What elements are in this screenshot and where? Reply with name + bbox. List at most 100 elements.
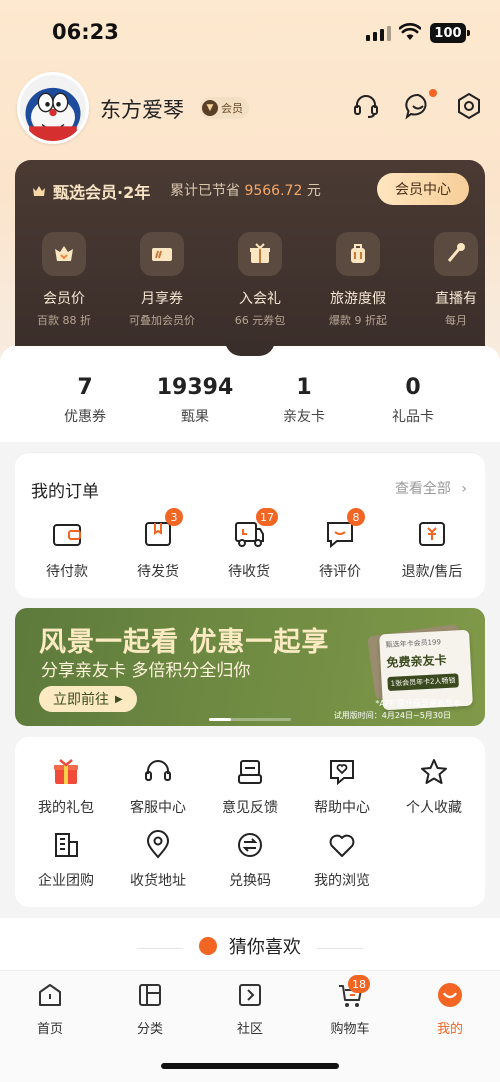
exchange-icon [238,833,262,857]
member-badge[interactable]: ▼ 会员 [200,97,249,119]
membership-title-text: 甄选会员·2年 [53,183,151,202]
stat-coupons[interactable]: 7 优惠券 [35,375,135,426]
status-bar: 06:23 100 [0,0,500,66]
perk-monthly-coupon[interactable]: 月享券 可叠加会员价 [113,232,211,328]
savings-label: 累计已节省 [170,183,240,199]
username[interactable]: 东方爱琴 [100,94,184,124]
service-redeem-code[interactable]: 兑换码 [204,830,296,890]
tab-community[interactable]: 社区 [210,981,290,1037]
banner-go-button[interactable]: 立即前往 ▶ [39,686,137,712]
wifi-icon [399,23,421,40]
perk-icon-box [140,232,184,276]
community-icon [239,984,261,1006]
banner-go-label: 立即前往 [53,692,109,708]
ticket-big-text: 免费亲友卡 [386,652,447,671]
avatar[interactable] [17,72,89,144]
membership-title: 甄选会员·2年 [31,179,150,203]
stat-value: 19394 [156,375,234,400]
coupon-icon [152,248,172,261]
ticket-tag: 1张会员年卡2人畅锁 [387,673,459,692]
cart-badge: 18 [348,975,370,993]
service-address[interactable]: 收货地址 [112,830,204,890]
home-icon [39,984,61,1006]
order-badge: 3 [165,508,183,526]
tab-cart[interactable]: 18 购物车 [310,975,390,1037]
headset-icon [145,760,171,781]
savings-summary: 累计已节省 9566.72 元 [170,180,321,200]
perk-sub: 爆款 9 折起 [329,314,387,327]
live-icon [447,243,465,262]
service-label: 意见反馈 [222,800,278,816]
tab-label: 购物车 [330,1022,370,1037]
chevron-right-icon: › [461,481,467,497]
tab-category[interactable]: 分类 [110,981,190,1037]
customer-service-button[interactable] [352,92,380,124]
order-pending-shipment[interactable]: 3 待发货 [113,508,203,581]
help-icon [330,760,354,786]
service-feedback[interactable]: 意见反馈 [204,757,296,817]
heart-icon [199,937,218,955]
order-pending-receipt[interactable]: 17 待收货 [204,508,294,581]
service-label: 客服中心 [130,800,186,816]
tab-mine[interactable]: 我的 [410,981,490,1037]
service-label: 我的礼包 [38,800,94,816]
service-help-center[interactable]: 帮助中心 [296,757,388,817]
stat-value: 7 [77,375,93,400]
luggage-icon [351,244,365,263]
tab-label: 首页 [36,1022,63,1037]
perk-travel[interactable]: 旅游度假 爆款 9 折起 [309,232,407,328]
perk-live[interactable]: 直播有 每月 [407,232,485,328]
service-label: 企业团购 [38,873,94,889]
message-icon [405,93,427,120]
stat-label: 优惠券 [64,409,106,425]
perk-member-price[interactable]: 会员价 百款 88 折 [15,232,113,328]
order-label: 待评价 [319,564,361,580]
member-center-button[interactable]: 会员中心 [377,173,469,205]
building-icon [55,833,78,857]
service-group-buy[interactable]: 企业团购 [20,830,112,890]
stat-value: 1 [296,375,312,400]
stat-gift-card[interactable]: 0 礼品卡 [363,375,463,426]
unread-dot [429,89,437,97]
order-pending-payment[interactable]: 待付款 [22,517,112,581]
view-all-orders-link[interactable]: 查看全部 › [395,478,467,498]
gift-icon [54,759,78,784]
feedback-icon [238,760,262,784]
service-browse-history[interactable]: 我的浏览 [296,830,388,890]
tab-label: 我的 [436,1022,463,1037]
perk-join-gift[interactable]: 入会礼 66 元券包 [211,232,309,328]
status-time: 06:23 [52,20,119,44]
guess-title: 猜你喜欢 [0,933,500,959]
stat-family-card[interactable]: 1 亲友卡 [254,375,354,426]
services-card: 我的礼包 客服中心 意见反馈 帮助中心 个人收藏 企业团购 收货地址 兑换码 我… [15,737,485,907]
messages-button[interactable] [404,92,432,124]
perk-label: 月享券 [141,291,183,307]
order-pending-review[interactable]: 8 待评价 [295,508,385,581]
service-favorites[interactable]: 个人收藏 [388,757,480,817]
service-label: 帮助中心 [314,800,370,816]
promo-banner[interactable]: 风景一起看 优惠一起享 分享亲友卡 多倍积分全归你 立即前往 ▶ 甄选年卡会员1… [15,608,485,726]
smile-icon [438,983,462,1007]
service-label: 我的浏览 [314,873,370,889]
tab-label: 社区 [236,1022,263,1037]
perk-sub: 百款 88 折 [37,314,91,327]
savings-amount: 9566.72 [244,183,303,199]
heart-icon [329,834,355,857]
order-refund-aftersale[interactable]: 退款/售后 [387,517,477,581]
settings-icon [458,92,480,120]
stat-label: 亲友卡 [283,409,325,425]
settings-button[interactable] [455,92,483,124]
carousel-indicator [209,718,291,721]
member-badge-label: 会员 [221,102,243,115]
order-label: 退款/售后 [401,564,463,580]
guess-title-text: 猜你喜欢 [228,937,301,958]
service-customer-center[interactable]: 客服中心 [112,757,204,817]
perk-label: 旅游度假 [330,291,386,307]
ticket-small-text: 甄选年卡会员199 [385,638,442,650]
service-my-gift[interactable]: 我的礼包 [20,757,112,817]
stat-label: 礼品卡 [392,409,434,425]
stat-label: 甄果 [181,409,209,425]
tab-home[interactable]: 首页 [10,981,90,1037]
battery-indicator: 100 [430,23,470,43]
stat-points[interactable]: 19394 甄果 [145,375,245,426]
